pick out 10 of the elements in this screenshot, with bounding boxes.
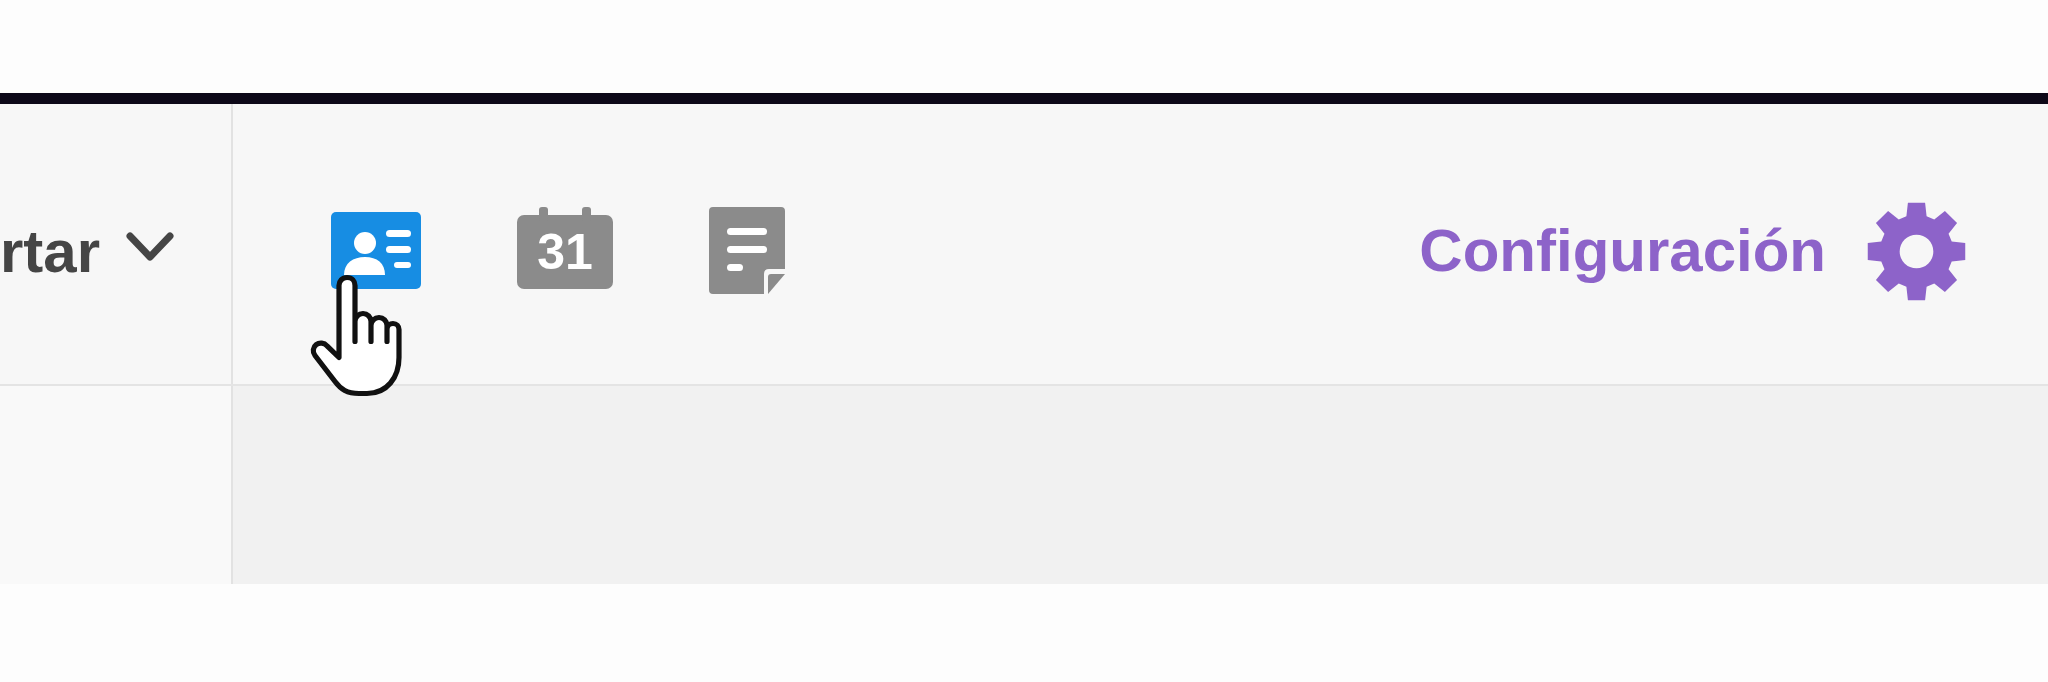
contacts-button[interactable] [331,212,421,289]
calendar-icon [517,207,613,289]
gear-icon [1867,201,1966,301]
calendar-button[interactable]: 31 [517,207,613,289]
chevron-down-icon [126,232,175,262]
notes-button[interactable] [709,207,785,294]
contact-card-icon [331,212,421,289]
sort-dropdown[interactable]: rtar [0,212,183,292]
note-page-icon [709,207,785,294]
settings-button[interactable]: Configuración [1419,201,1966,301]
